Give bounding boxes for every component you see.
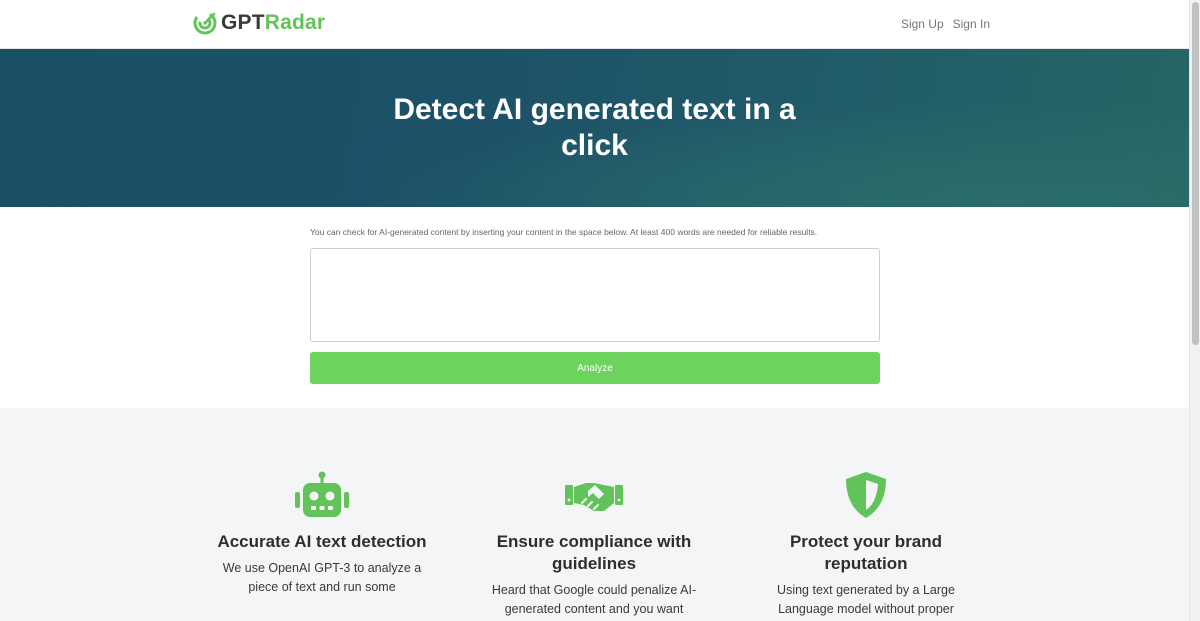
sign-up-link[interactable]: Sign Up [901,17,944,31]
brand-logo[interactable]: GPTRadar [193,11,325,35]
handshake-icon [565,483,623,511]
feature-brand-protection: Protect your brand reputation Using text… [756,470,976,619]
brand-name-gpt: GPT [221,11,265,34]
shield-icon [846,472,886,518]
brand-name-radar: Radar [264,11,326,34]
page-scrollbar[interactable] [1189,0,1200,621]
feature-title: Accurate AI text detection [217,532,427,551]
analyze-button[interactable]: Analyze [310,352,880,384]
detection-form: You can check for AI-generated content b… [0,207,1189,408]
scrollbar-thumb[interactable] [1192,2,1199,345]
feature-title: Protect your brand reputation [789,532,943,573]
feature-text: We use OpenAI GPT-3 to analyze a piece o… [222,561,422,594]
feature-text: Heard that Google could penalize AI-gene… [491,583,697,616]
features-section: Accurate AI text detection We use OpenAI… [0,408,1189,621]
sign-in-link[interactable]: Sign In [953,17,990,31]
input-hint: You can check for AI-generated content b… [310,227,818,237]
feature-title: Ensure compliance with guidelines [496,532,692,573]
auth-nav: Sign Up Sign In [901,17,990,31]
robot-icon [295,471,349,517]
hero-banner: Detect AI generated text in a click [0,49,1189,207]
content-input[interactable] [310,248,880,342]
page: GPTRadar Sign Up Sign In Detect AI gener… [0,0,1189,621]
top-navbar: GPTRadar Sign Up Sign In [0,0,1189,49]
brand-name: GPTRadar [221,11,325,35]
radar-logo-icon [193,11,217,35]
feature-text: Using text generated by a Large Language… [777,583,955,616]
feature-accurate-detection: Accurate AI text detection We use OpenAI… [212,470,432,597]
feature-compliance: Ensure compliance with guidelines Heard … [484,470,704,619]
hero-title: Detect AI generated text in a click [393,93,796,162]
